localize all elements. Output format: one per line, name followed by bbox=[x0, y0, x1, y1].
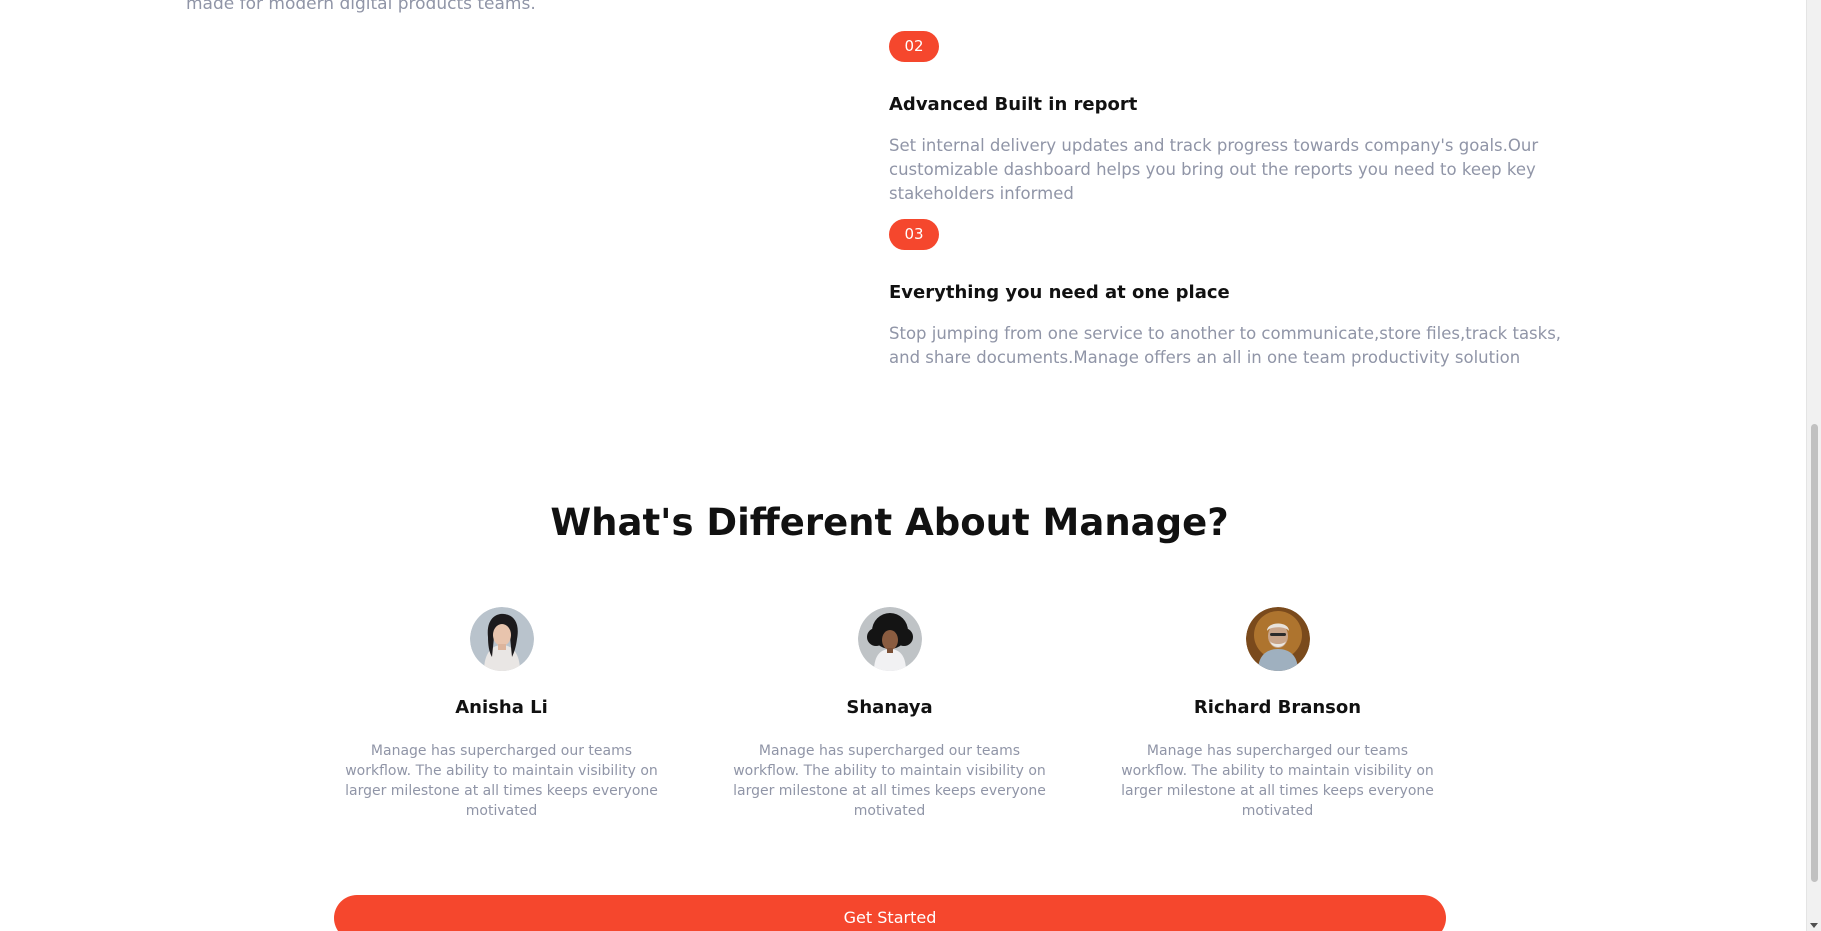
testimonial-name: Richard Branson bbox=[1193, 697, 1362, 718]
testimonial-card: Richard Branson Manage has supercharged … bbox=[1109, 607, 1446, 821]
testimonial-card: Anisha Li Manage has supercharged our te… bbox=[333, 607, 670, 821]
testimonial-quote: Manage has supercharged our teams workfl… bbox=[733, 743, 1046, 819]
testimonial-card: Shanaya Manage has supercharged our team… bbox=[721, 607, 1058, 821]
scroll-down-arrow-icon[interactable] bbox=[1810, 923, 1818, 928]
testimonial-name: Shanaya bbox=[846, 697, 933, 718]
testimonial-quote: Manage has supercharged our teams workfl… bbox=[1121, 743, 1434, 819]
feature-number-badge: 02 bbox=[889, 31, 939, 62]
person-portrait-icon bbox=[857, 607, 922, 671]
feature-item-02: 02 Advanced Built in report Set internal… bbox=[889, 31, 1589, 206]
page: made for modern digital products teams. … bbox=[0, 0, 1821, 931]
get-started-button[interactable]: Get Started bbox=[334, 895, 1446, 931]
feature-item-03: 03 Everything you need at one place Stop… bbox=[889, 219, 1589, 370]
feature-title: Advanced Built in report bbox=[889, 94, 1138, 115]
vertical-scrollbar[interactable] bbox=[1806, 0, 1821, 931]
testimonial-quote: Manage has supercharged our teams workfl… bbox=[345, 743, 658, 819]
avatar bbox=[1245, 607, 1310, 671]
feature-title: Everything you need at one place bbox=[889, 282, 1230, 303]
testimonials-heading: What's Different About Manage? bbox=[550, 501, 1229, 544]
testimonials-list: Anisha Li Manage has supercharged our te… bbox=[333, 607, 1446, 821]
testimonial-name: Anisha Li bbox=[455, 697, 548, 718]
feature-description: Set internal delivery updates and track … bbox=[889, 136, 1539, 203]
person-portrait-icon bbox=[469, 607, 534, 671]
avatar bbox=[469, 607, 534, 671]
avatar bbox=[857, 607, 922, 671]
intro-paragraph-tail: made for modern digital products teams. bbox=[186, 0, 536, 14]
scrollbar-thumb[interactable] bbox=[1811, 424, 1818, 882]
person-portrait-icon bbox=[1245, 607, 1310, 671]
feature-number-badge: 03 bbox=[889, 219, 939, 250]
feature-description: Stop jumping from one service to another… bbox=[889, 324, 1562, 367]
